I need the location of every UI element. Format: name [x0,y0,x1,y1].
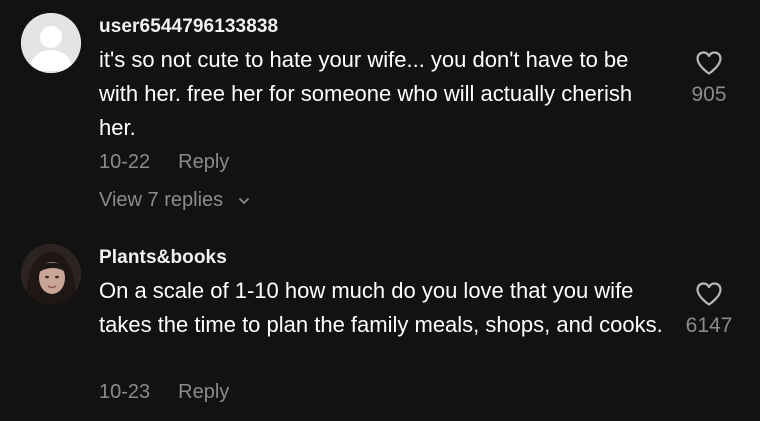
like-button[interactable]: 6147 [674,281,744,338]
like-count: 6147 [685,314,733,337]
comment-text: On a scale of 1-10 how much do you love … [99,278,663,337]
comment-username[interactable]: Plants&books [99,247,227,269]
comment-date: 10-22 [99,151,151,173]
view-replies-label: View 7 replies [99,189,224,211]
user-photo-icon [21,244,81,304]
reply-button[interactable]: Reply [178,151,229,173]
comment-meta: 10-23 Reply [99,381,229,404]
like-button[interactable]: 905 [674,50,744,107]
heart-outline-icon [696,51,722,75]
comment-item: Plants&books On a scale of 1-10 how much… [0,230,760,421]
avatar[interactable] [21,244,81,304]
comment-date: 10-23 [99,381,151,403]
comment-username[interactable]: user6544796133838 [99,16,278,38]
view-replies-button[interactable]: View 7 replies [99,189,251,212]
reply-button[interactable]: Reply [178,381,229,403]
like-count: 905 [691,83,727,106]
default-avatar-icon [21,13,81,73]
comment-text: it's so not cute to hate your wife... yo… [99,47,633,140]
avatar[interactable] [21,13,81,73]
heart-outline-icon [696,282,722,306]
chevron-down-icon [238,197,249,204]
comment-item: user6544796133838 it's so not cute to ha… [0,0,760,230]
comment-meta: 10-22 Reply [99,151,229,174]
